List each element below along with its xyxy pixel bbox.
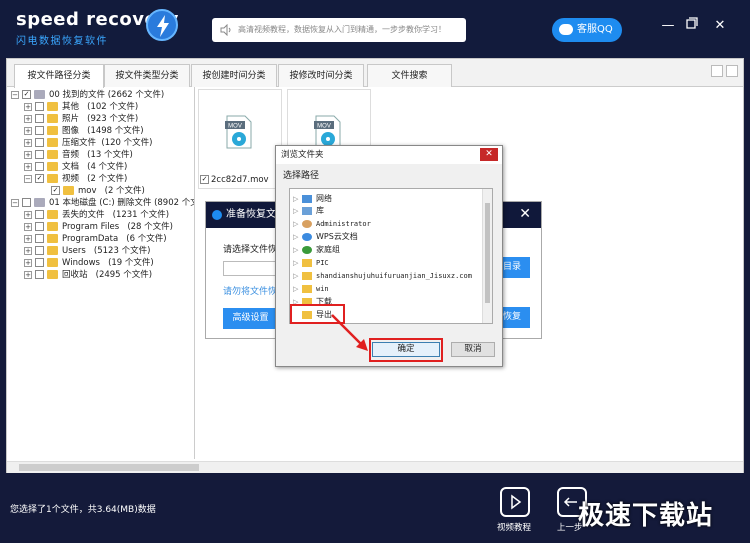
tab-by-type[interactable]: 按文件类型分类	[104, 64, 190, 87]
status-text: 您选择了1个文件，共3.64(MB)数据	[10, 505, 156, 515]
mov-file-icon: MOV	[314, 115, 341, 149]
tree-item[interactable]: + 图像 (1498 个文件)	[24, 125, 144, 137]
tree-item[interactable]: + Program Files (28 个文件)	[24, 221, 173, 233]
folder-item-wps[interactable]: ▷ WPS云文档	[293, 231, 358, 243]
browse-dialog-title: 浏览文件夹	[276, 146, 502, 164]
folder-item[interactable]: ▷ PIC	[293, 257, 329, 269]
tree-item[interactable]: + 照片 (923 个文件)	[24, 113, 138, 125]
folder-item-homegroup[interactable]: ▷ 家庭组	[293, 244, 340, 256]
folder-item[interactable]: ▷ shandianshujuhuifuruanjian_Jisuxz.com	[293, 270, 472, 282]
tab-by-path[interactable]: 按文件路径分类	[14, 64, 104, 88]
mov-file-icon: MOV	[225, 115, 252, 149]
minimize-button[interactable]: —	[660, 17, 676, 35]
arrow-icon	[331, 314, 368, 351]
list-view-icon[interactable]	[711, 65, 723, 77]
scroll-thumb[interactable]	[19, 464, 199, 471]
restore-dialog-close-button[interactable]: ✕	[519, 206, 531, 222]
tab-by-created[interactable]: 按创建时间分类	[191, 64, 277, 87]
tree-item-local-disk[interactable]: −01 本地磁盘 (C:) 删除文件 (8902 个文件)	[11, 197, 194, 209]
tree-item[interactable]: + 文档 (4 个文件)	[24, 161, 127, 173]
view-toggle	[708, 65, 738, 80]
horizontal-scrollbar[interactable]	[7, 461, 743, 473]
cancel-button[interactable]: 取消	[451, 342, 495, 357]
maximize-icon	[686, 17, 698, 29]
file-card[interactable]: MOV	[198, 89, 282, 189]
maximize-button[interactable]	[684, 17, 700, 35]
qq-label: 客服QQ	[577, 24, 613, 35]
vertical-scrollbar[interactable]	[482, 189, 492, 323]
select-path-label: 选择路径	[283, 171, 320, 181]
file-name[interactable]: ✓ 2cc82d7.mov	[200, 175, 269, 185]
tab-by-modified[interactable]: 按修改时间分类	[278, 64, 364, 87]
lightning-icon	[146, 9, 178, 41]
tree-item[interactable]: + 丢失的文件 (1231 个文件)	[24, 209, 169, 221]
search-text: 高清视频教程，数据恢复从入门到精通，一步步教你学习！	[238, 25, 446, 34]
folder-item-library[interactable]: ▷ 库	[293, 205, 324, 217]
info-icon	[212, 210, 222, 220]
tree-item[interactable]: + ProgramData (6 个文件)	[24, 233, 167, 245]
tree-item[interactable]: + 音频 (13 个文件)	[24, 149, 133, 161]
file-badge: MOV	[228, 124, 242, 130]
qq-support-button[interactable]: 客服QQ	[552, 18, 622, 42]
ok-button[interactable]: 确定	[372, 342, 440, 357]
folder-item-network[interactable]: ▷ 网络	[293, 193, 332, 205]
video-tutorial-button[interactable]	[500, 487, 530, 517]
folder-tree: − ✓ 00 找到的文件 (2662 个文件) + 其他 (102 个文件) + 照片 …	[7, 87, 195, 459]
tree-item-found-files[interactable]: − ✓ 00 找到的文件 (2662 个文件)	[11, 89, 164, 101]
file-badge: MOV	[317, 124, 331, 130]
tree-item[interactable]: + 压缩文件 (120 个文件)	[24, 137, 152, 149]
folder-item[interactable]: ▷ win	[293, 283, 329, 295]
tree-item[interactable]: + Windows (19 个文件)	[24, 257, 154, 269]
tree-item[interactable]: + 回收站 (2495 个文件)	[24, 269, 152, 281]
tab-file-search[interactable]: 文件搜索	[367, 64, 452, 87]
title-bar: speed recovery 闪电数据恢复软件 高清视频教程，数据恢复从入门到精…	[0, 0, 750, 58]
tree-item[interactable]: + Users (5123 个文件)	[24, 245, 150, 257]
tree-item[interactable]: + 其他 (102 个文件)	[24, 101, 138, 113]
close-button[interactable]: ✕	[712, 17, 728, 35]
play-icon	[511, 494, 522, 510]
watermark: 极速下载站	[578, 501, 714, 531]
video-tutorial-label: 视频教程	[497, 523, 532, 533]
speaker-icon	[220, 24, 231, 36]
tab-bar: 按文件路径分类 按文件类型分类 按创建时间分类 按修改时间分类 文件搜索	[7, 59, 743, 88]
browse-folder-dialog: 浏览文件夹 ✕ 选择路径 ▷ 网络 ▷ 库 ▷ Administrator ▷ WPS云…	[275, 145, 503, 367]
grid-view-icon[interactable]	[726, 65, 738, 77]
scroll-thumb[interactable]	[485, 203, 490, 303]
tree-item-video[interactable]: − ✓ 视频 (2 个文件)	[24, 173, 127, 185]
tree-item-mov[interactable]: ✓ mov (2 个文件)	[51, 185, 145, 197]
chat-bubble-icon	[559, 24, 573, 35]
browse-dialog-close-button[interactable]: ✕	[480, 148, 498, 161]
search-box[interactable]: 高清视频教程，数据恢复从入门到精通，一步步教你学习！	[212, 18, 466, 42]
advanced-settings-button[interactable]: 高级设置	[223, 308, 278, 329]
folder-item-user[interactable]: ▷ Administrator	[293, 218, 371, 230]
